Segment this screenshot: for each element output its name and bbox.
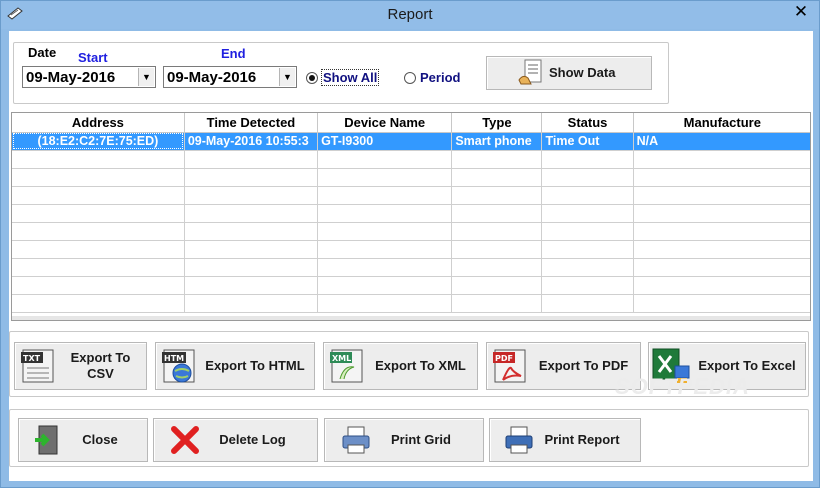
- empty-row: [12, 258, 810, 277]
- radio-checked-icon[interactable]: [306, 71, 318, 84]
- empty-row: [12, 240, 810, 259]
- window-close-button[interactable]: ✕: [783, 1, 819, 23]
- xml-file-icon: XML: [330, 349, 363, 383]
- pdf-file-icon: PDF: [493, 349, 526, 383]
- horizontal-scrollbar[interactable]: [12, 316, 810, 320]
- txt-file-icon: TXT: [21, 349, 54, 383]
- export-pdf-label: Export To PDF: [538, 358, 629, 373]
- empty-row: [12, 276, 810, 295]
- export-csv-button[interactable]: TXT Export To CSV: [14, 342, 147, 390]
- device-name-cell[interactable]: GT-I9300: [317, 132, 453, 151]
- htm-file-icon: HTM: [162, 349, 195, 383]
- start-date-picker[interactable]: 09-May-2016 ▼: [22, 66, 156, 88]
- empty-row: [12, 168, 810, 187]
- export-html-label: Export To HTML: [205, 358, 305, 373]
- show-data-button[interactable]: Show Data: [486, 56, 652, 90]
- column-header[interactable]: Address: [12, 113, 185, 133]
- svg-text:HTM: HTM: [164, 354, 184, 363]
- printer-icon: [505, 426, 533, 454]
- close-button[interactable]: Close: [18, 418, 148, 462]
- window-title: Report: [387, 6, 433, 23]
- end-label: End: [221, 46, 246, 61]
- type-cell[interactable]: Smart phone: [451, 132, 543, 151]
- watermark: SOFTPEDIA: [615, 374, 750, 399]
- show-all-radio[interactable]: Show All: [306, 69, 380, 86]
- show-data-label: Show Data: [549, 65, 616, 80]
- empty-row: [12, 222, 810, 241]
- manufacture-cell[interactable]: N/A: [633, 132, 810, 151]
- chevron-down-icon[interactable]: ▼: [279, 68, 295, 86]
- client-area: Date Start End 09-May-2016 ▼ 09-May-2016…: [9, 31, 813, 481]
- export-xml-button[interactable]: XML Export To XML: [323, 342, 478, 390]
- chevron-down-icon[interactable]: ▼: [138, 68, 154, 86]
- grid-header-row: Address Time Detected Device Name Type S…: [12, 113, 810, 133]
- address-cell[interactable]: (18:E2:C2:7E:75:ED): [12, 132, 185, 151]
- column-header[interactable]: Type: [451, 113, 543, 133]
- title-bar: Report ✕: [1, 1, 819, 29]
- report-window: Report ✕ Date Start End 09-May-2016 ▼ 09…: [0, 0, 820, 488]
- printer-icon: [342, 426, 370, 454]
- export-html-button[interactable]: HTM Export To HTML: [155, 342, 315, 390]
- time-detected-cell[interactable]: 09-May-2016 10:55:3: [184, 132, 319, 151]
- column-header[interactable]: Time Detected: [184, 113, 319, 133]
- end-date-value: 09-May-2016: [167, 69, 257, 86]
- print-grid-label: Print Grid: [391, 432, 451, 447]
- print-grid-button[interactable]: Print Grid: [324, 418, 484, 462]
- table-row[interactable]: (18:E2:C2:7E:75:ED) 09-May-2016 10:55:3 …: [12, 132, 810, 151]
- actions-group: Close Delete Log Print Grid Print Report: [9, 409, 809, 467]
- empty-row: [12, 150, 810, 169]
- column-header[interactable]: Status: [541, 113, 634, 133]
- delete-x-icon: [171, 426, 199, 454]
- export-excel-label: Export To Excel: [698, 358, 796, 373]
- period-label: Period: [420, 70, 461, 85]
- print-report-label: Print Report: [544, 432, 620, 447]
- period-radio[interactable]: Period: [404, 70, 460, 85]
- svg-text:PDF: PDF: [495, 354, 513, 363]
- empty-row: [12, 204, 810, 223]
- empty-row: [12, 186, 810, 205]
- start-label: Start: [78, 50, 108, 65]
- radio-unchecked-icon[interactable]: [404, 71, 416, 84]
- empty-row: [12, 294, 810, 313]
- exit-door-icon: [35, 425, 58, 455]
- start-date-value: 09-May-2016: [26, 69, 116, 86]
- close-label: Close: [82, 432, 118, 447]
- date-group-legend: Date: [26, 45, 59, 60]
- delete-log-button[interactable]: Delete Log: [153, 418, 318, 462]
- print-report-button[interactable]: Print Report: [489, 418, 641, 462]
- delete-log-label: Delete Log: [219, 432, 286, 447]
- report-grid[interactable]: Address Time Detected Device Name Type S…: [11, 112, 811, 321]
- show-all-label: Show All: [320, 69, 380, 86]
- column-header[interactable]: Manufacture: [633, 113, 810, 133]
- status-cell[interactable]: Time Out: [541, 132, 634, 151]
- export-xml-label: Export To XML: [375, 358, 466, 373]
- export-csv-label: Export To CSV: [70, 350, 131, 381]
- svg-text:TXT: TXT: [23, 354, 41, 363]
- svg-text:XML: XML: [332, 354, 351, 363]
- document-list-icon: [518, 59, 542, 85]
- date-group: Date Start End 09-May-2016 ▼ 09-May-2016…: [13, 42, 669, 104]
- end-date-picker[interactable]: 09-May-2016 ▼: [163, 66, 297, 88]
- column-header[interactable]: Device Name: [317, 113, 453, 133]
